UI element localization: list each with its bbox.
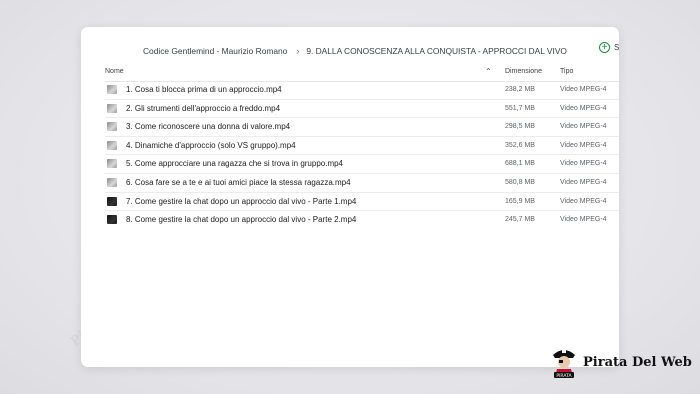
table-row[interactable]: 5. Come approcciare una ragazza che si t… [105,155,619,174]
file-size: 688,1 MB [505,160,535,168]
video-thumbnail [107,215,117,225]
file-type: Video MPEG-4 [560,216,607,224]
table-row[interactable]: 4. Dinamiche d'approccio (solo VS gruppo… [105,137,619,156]
table-row[interactable]: 8. Come gestire la chat dopo un approcci… [105,211,619,229]
file-name: 4. Dinamiche d'approccio (solo VS gruppo… [126,140,296,150]
video-thumbnail [107,196,117,206]
file-type: Video MPEG-4 [560,160,607,168]
brand-name: Pirata Del Web [583,354,692,370]
file-name: 6. Cosa fare se a te e ai tuoi amici pia… [126,177,351,187]
file-type: Video MPEG-4 [560,141,607,149]
column-header-type[interactable]: Tipo [560,68,573,75]
video-thumbnail [107,85,117,94]
file-name: 3. Come riconoscere una donna di valore.… [126,122,291,132]
file-name: 5. Come approcciare una ragazza che si t… [126,159,344,169]
table-header: Nome ⌃ Dimensione Tipo [105,65,619,82]
sort-ascending-icon[interactable]: ⌃ [485,67,492,76]
video-thumbnail [107,122,117,132]
file-list: 1. Cosa ti blocca prima di un approccio.… [105,81,619,229]
pirate-logo-icon: PIRATA [551,345,577,379]
file-size: 580,8 MB [505,178,535,186]
table-row[interactable]: 3. Come riconoscere una donna di valore.… [105,118,619,137]
brand-badge: PIRATA [556,373,572,379]
add-button[interactable]: + S [599,42,619,53]
file-type: Video MPEG-4 [560,123,607,131]
file-name: 7. Come gestire la chat dopo un approcci… [126,196,357,206]
plus-circle-icon: + [599,42,610,53]
file-size: 165,9 MB [505,197,535,205]
breadcrumb-current[interactable]: 9. DALLA CONOSCENZA ALLA CONQUISTA - APP… [306,46,567,56]
file-type: Video MPEG-4 [560,178,607,186]
table-row[interactable]: 7. Come gestire la chat dopo un approcci… [105,193,619,212]
file-type: Video MPEG-4 [560,86,607,93]
column-header-size[interactable]: Dimensione [505,68,542,75]
table-row[interactable]: 2. Gli strumenti dell'approccio a freddo… [105,100,619,119]
video-thumbnail [107,140,117,150]
file-type: Video MPEG-4 [560,104,607,112]
file-size: 551,7 MB [505,104,535,112]
table-row[interactable]: 1. Cosa ti blocca prima di un approccio.… [105,81,619,100]
file-browser-window: Codice Gentlemind - Maurizio Romano › 9.… [81,27,619,367]
video-thumbnail [107,159,117,169]
add-button-label: S [614,43,619,52]
brand-logo: PIRATA Pirata Del Web [551,345,692,379]
video-thumbnail [107,177,117,187]
video-thumbnail [107,103,117,113]
file-size: 298,5 MB [505,123,535,131]
breadcrumb: Codice Gentlemind - Maurizio Romano › 9.… [143,44,599,58]
chevron-right-icon: › [296,46,300,56]
file-type: Video MPEG-4 [560,197,607,205]
column-header-name[interactable]: Nome [105,68,124,75]
file-name: 1. Cosa ti blocca prima di un approccio.… [126,85,282,94]
file-size: 238,2 MB [505,86,535,93]
file-name: 2. Gli strumenti dell'approccio a freddo… [126,103,281,113]
file-size: 245,7 MB [505,216,535,224]
breadcrumb-parent[interactable]: Codice Gentlemind - Maurizio Romano [143,46,287,56]
table-row[interactable]: 6. Cosa fare se a te e ai tuoi amici pia… [105,174,619,193]
file-size: 352,6 MB [505,141,535,149]
file-name: 8. Come gestire la chat dopo un approcci… [126,215,357,225]
